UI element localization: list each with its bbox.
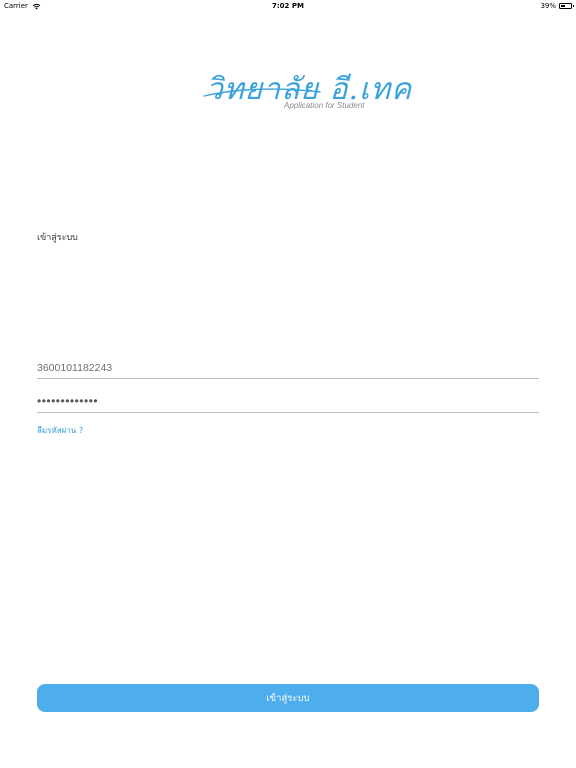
password-field-container — [37, 390, 539, 413]
app-logo: วิทยาลัย อี.เทค Application for Student — [200, 62, 411, 118]
battery-fill — [561, 5, 565, 7]
page-title: เข้าสู่ระบบ — [37, 233, 78, 243]
forgot-password-link[interactable]: ลืมรหัสผ่าน ? — [37, 424, 83, 437]
status-bar: Carrier 7:02 PM 39% — [0, 0, 576, 12]
logo-tagline: Application for Student — [284, 101, 365, 110]
battery-cap — [572, 5, 574, 7]
status-time: 7:02 PM — [272, 2, 304, 10]
login-screen: Carrier 7:02 PM 39% วิทยาลัย อี.เทค Appl… — [0, 0, 576, 768]
status-right: 39% — [540, 2, 574, 10]
battery-percent: 39% — [540, 2, 556, 10]
password-input[interactable] — [37, 391, 539, 411]
battery-icon — [559, 3, 574, 9]
username-field-container — [37, 356, 539, 379]
username-input[interactable] — [37, 358, 539, 378]
login-button[interactable]: เข้าสู่ระบบ — [37, 684, 539, 712]
